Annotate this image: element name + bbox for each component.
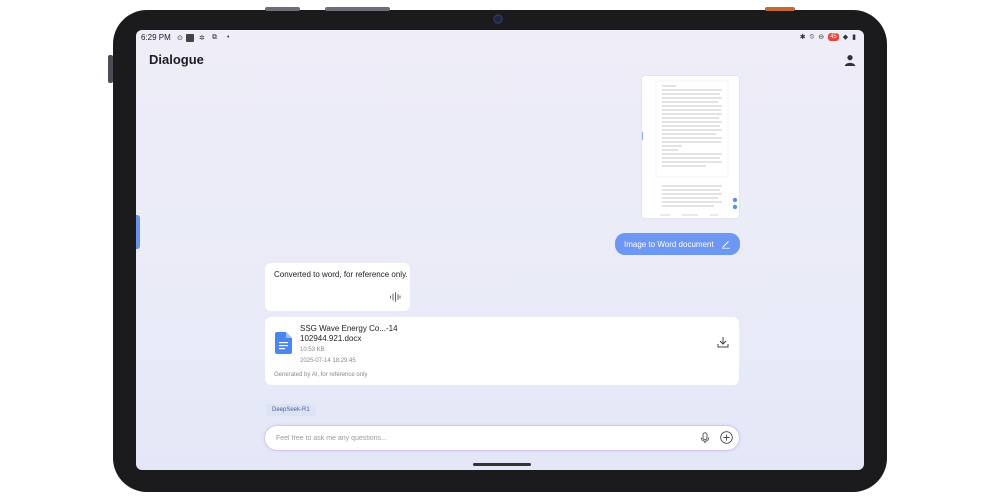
dnd-icon: ⊖ xyxy=(818,34,825,41)
page-title: Dialogue xyxy=(149,52,204,67)
screen: 6:29 PM ⊙ ✲ ⧉ • ✱ ⦸ ⊖ 45 ◆ ▮ Dialogue Im… xyxy=(136,30,864,470)
document-file-icon xyxy=(275,332,292,354)
app-icon xyxy=(186,34,194,42)
uploaded-document-image[interactable] xyxy=(642,76,739,218)
add-attachment-icon[interactable] xyxy=(720,431,733,444)
chat-input-bar xyxy=(265,426,739,450)
side-button xyxy=(108,55,113,83)
download-icon[interactable] xyxy=(717,336,729,348)
status-time: 6:29 PM xyxy=(141,33,171,42)
user-message-bubble[interactable]: Image to Word document xyxy=(615,233,740,255)
bluetooth-icon: ✱ xyxy=(799,34,806,41)
volume-button xyxy=(325,7,390,11)
front-camera xyxy=(493,14,503,24)
edit-icon[interactable] xyxy=(721,239,731,249)
status-bar: 6:29 PM ⊙ ✲ ⧉ • ✱ ⦸ ⊖ 45 ◆ ▮ xyxy=(136,30,864,46)
screenshot-icon: ⧉ xyxy=(212,33,217,41)
battery-icon: ▮ xyxy=(852,34,856,41)
notification-badge: 45 xyxy=(828,33,839,41)
power-button xyxy=(765,7,795,11)
status-icons: ✱ ⦸ ⊖ 45 ◆ ▮ xyxy=(800,33,856,41)
settings-icon: ✲ xyxy=(199,34,205,42)
document-preview xyxy=(642,80,738,216)
wifi-icon: ◆ xyxy=(842,34,849,41)
ai-message-bubble: Converted to word, for reference only. xyxy=(265,263,410,311)
volume-button xyxy=(265,7,300,11)
ai-message-text: Converted to word, for reference only. xyxy=(274,270,408,279)
profile-icon[interactable] xyxy=(844,54,856,66)
location-icon: ⊙ xyxy=(177,34,183,42)
microphone-icon[interactable] xyxy=(699,432,711,444)
vibrate-icon: ⦸ xyxy=(809,33,815,40)
file-name: SSG Wave Energy Co...-14 102944.921.docx xyxy=(300,324,398,343)
file-size: 10.53 KB xyxy=(300,347,325,353)
model-selector-chip[interactable]: DeepSeek-R1 xyxy=(266,404,316,416)
user-message-text: Image to Word document xyxy=(624,239,714,249)
generated-file-card[interactable]: SSG Wave Energy Co...-14 102944.921.docx… xyxy=(265,317,739,385)
voice-playback-icon[interactable] xyxy=(389,291,401,303)
file-date: 2025-07-14 18:29:45 xyxy=(300,358,356,364)
chat-input[interactable] xyxy=(276,430,676,446)
ai-disclaimer: Generated by AI, for reference only xyxy=(274,372,368,378)
home-indicator[interactable] xyxy=(473,463,531,466)
side-panel-handle[interactable] xyxy=(136,215,140,249)
more-dot-icon: • xyxy=(227,34,230,41)
